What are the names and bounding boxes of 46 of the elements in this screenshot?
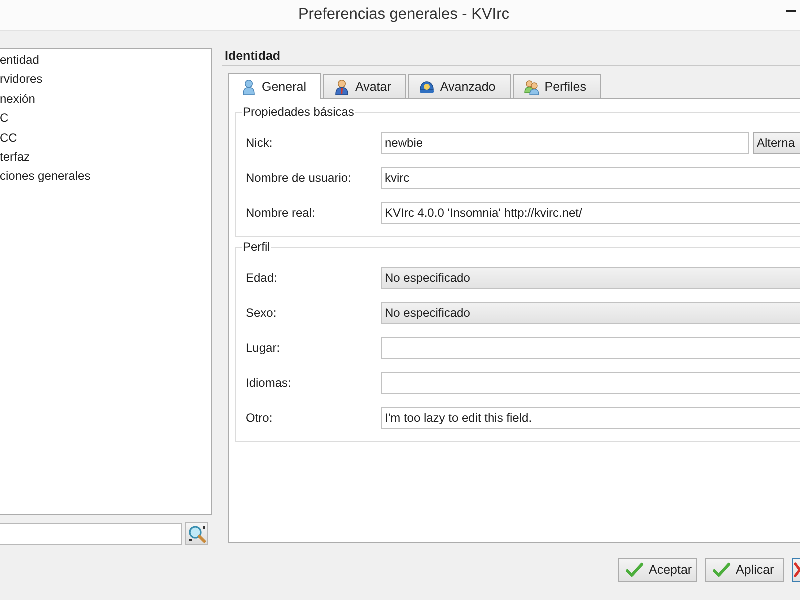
tab[interactable]: Avatar xyxy=(323,74,406,98)
text-field[interactable]: I'm too lazy to edit this field. xyxy=(381,407,800,429)
text-field[interactable] xyxy=(381,337,800,359)
tab[interactable]: Perfiles xyxy=(512,74,602,98)
tree-item[interactable]: terfaz xyxy=(0,148,211,168)
tree-item[interactable]: ciones generales xyxy=(0,167,211,187)
dialog-button[interactable]: Aceptar xyxy=(618,558,697,582)
minimize-icon[interactable] xyxy=(786,10,796,12)
tree-item[interactable]: entidad xyxy=(0,51,211,70)
check-icon xyxy=(713,562,731,578)
field-label: Nombre de usuario: xyxy=(246,171,352,185)
text-field[interactable]: KVIrc 4.0.0 'Insomnia' http://kvirc.net/ xyxy=(381,202,800,224)
search-field[interactable] xyxy=(0,522,182,544)
field-label: Lugar: xyxy=(246,341,282,355)
combo-box[interactable]: No especificado xyxy=(381,302,800,324)
field-label: Edad: xyxy=(246,271,278,285)
field-label: Nombre real: xyxy=(246,206,316,220)
window-title: Preferencias generales - KVIrc xyxy=(298,6,510,24)
person-icon xyxy=(241,78,257,94)
field-label: Sexo: xyxy=(246,306,278,320)
group-title: Propiedades básicas xyxy=(242,105,356,119)
dialog-button[interactable] xyxy=(792,558,800,582)
tree-item[interactable]: CC xyxy=(0,128,211,148)
combo-box[interactable]: No especificado xyxy=(381,267,800,289)
helmet-icon xyxy=(419,78,436,94)
field-label: Idiomas: xyxy=(246,376,292,390)
people-icon xyxy=(524,78,540,94)
tree-item[interactable]: nexión xyxy=(0,90,211,110)
check-icon xyxy=(626,562,644,578)
text-field[interactable] xyxy=(381,372,800,394)
tab[interactable]: General xyxy=(228,73,322,99)
text-field[interactable]: kvirc xyxy=(381,167,800,189)
group-title: Perfil xyxy=(242,240,272,254)
alternate-button[interactable]: Alterna xyxy=(753,132,800,154)
person-tie-icon xyxy=(334,78,350,94)
section-heading: Identidad xyxy=(222,48,800,66)
search-icon xyxy=(188,524,206,542)
text-field[interactable]: newbie xyxy=(381,132,749,154)
tree-item[interactable]: rvidores xyxy=(0,70,211,90)
field-label: Nick: xyxy=(246,136,274,150)
dialog-button[interactable]: Aplicar xyxy=(705,558,784,582)
field-label: Otro: xyxy=(246,411,274,425)
tree-item[interactable]: C xyxy=(0,109,211,129)
chevron-icon xyxy=(794,562,800,578)
search-button[interactable] xyxy=(185,522,208,545)
tab[interactable]: Avanzado xyxy=(408,74,511,98)
